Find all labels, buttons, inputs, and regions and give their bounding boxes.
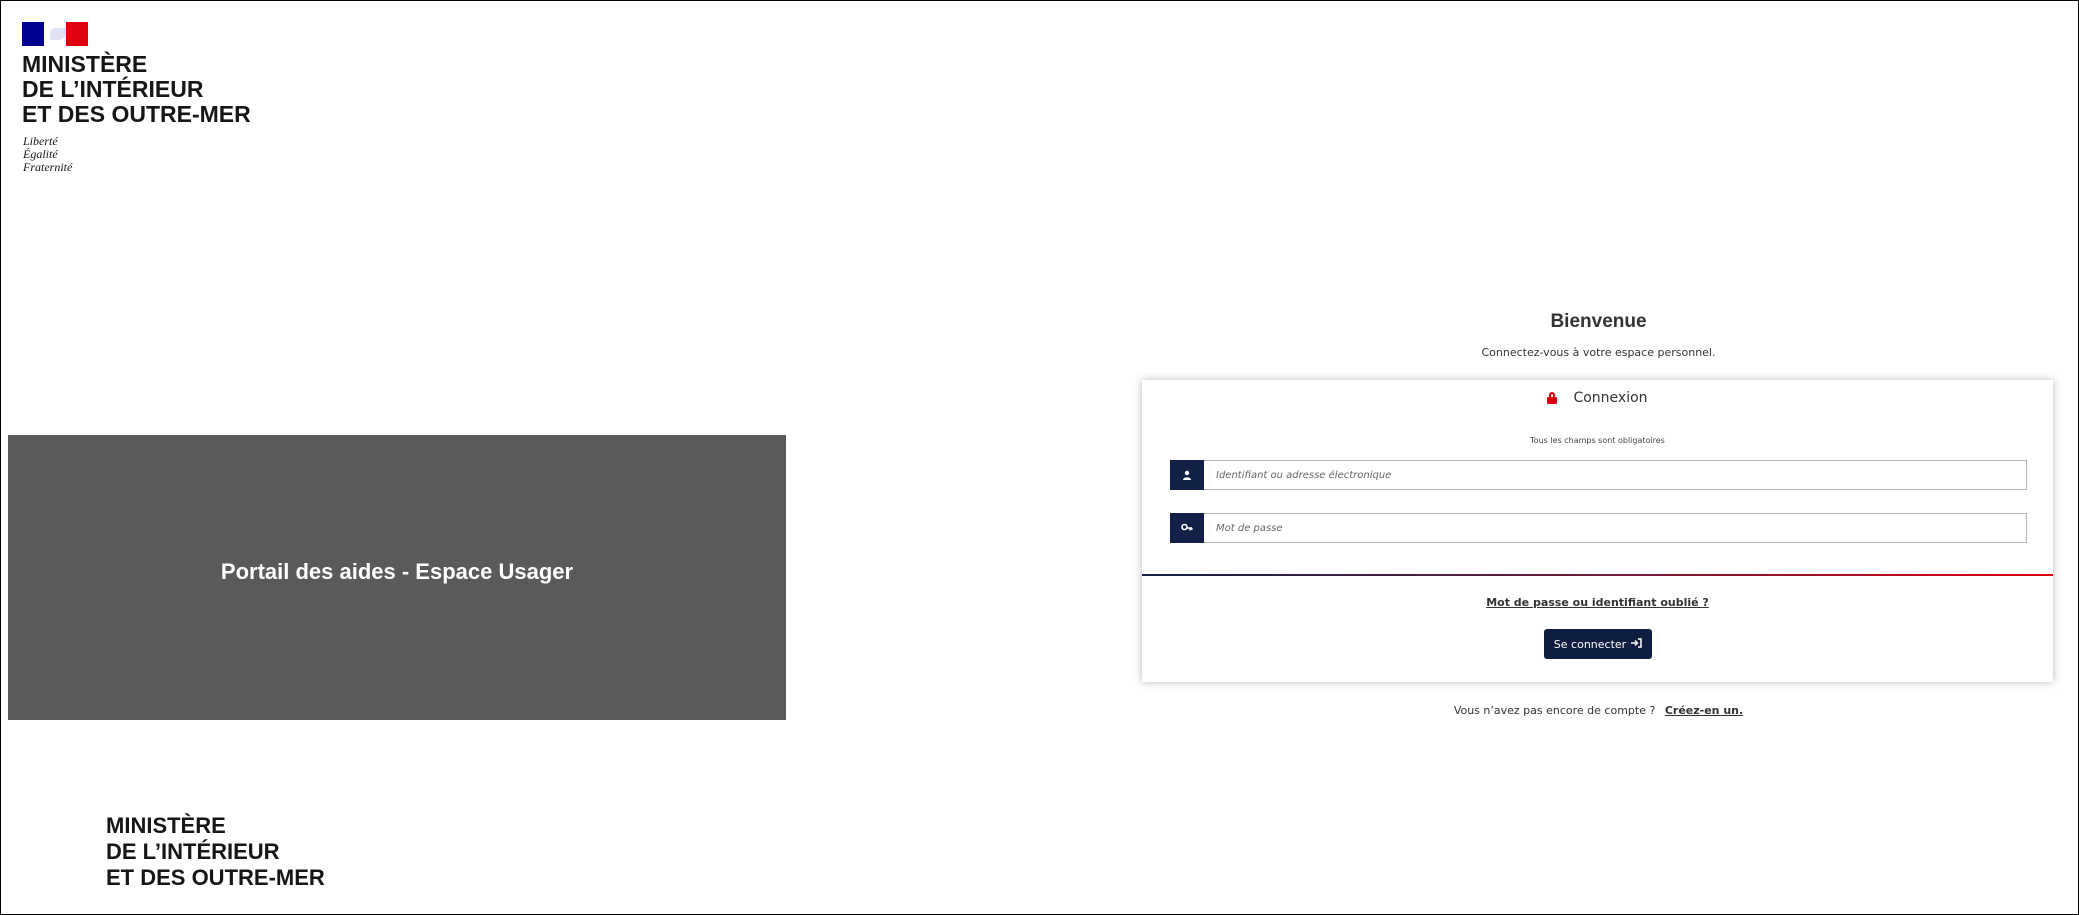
password-input[interactable] xyxy=(1214,514,2026,542)
republic-motto: Liberté Égalité Fraternité xyxy=(23,135,72,174)
forgot-credentials-link[interactable]: Mot de passe ou identifiant oublié ? xyxy=(1142,596,2053,609)
login-button[interactable]: Se connecter xyxy=(1544,629,1652,659)
ministry-logo-footer: MINISTÈRE DE L’INTÉRIEUR ET DES OUTRE-ME… xyxy=(106,813,325,891)
ministry-line: ET DES OUTRE-MER xyxy=(106,865,325,890)
login-heading-label: Connexion xyxy=(1573,390,1648,406)
key-icon xyxy=(1170,512,1204,543)
ministry-line: ET DES OUTRE-MER xyxy=(22,101,251,127)
login-button-label: Se connecter xyxy=(1553,637,1627,651)
username-input[interactable] xyxy=(1214,461,2026,489)
ministry-logo-header[interactable]: MINISTÈRE DE L’INTÉRIEUR ET DES OUTRE-ME… xyxy=(22,52,251,127)
ministry-line: DE L’INTÉRIEUR xyxy=(22,76,204,102)
login-card: Connexion Tous les champs sont obligatoi… xyxy=(1142,380,2053,682)
ministry-line: MINISTÈRE xyxy=(22,51,148,77)
ministry-line: MINISTÈRE xyxy=(106,813,226,838)
motto-line: Fraternité xyxy=(23,160,73,174)
required-note: Tous les champs sont obligatoires xyxy=(1530,436,1665,445)
lock-icon xyxy=(1547,392,1558,404)
hero-title: Portail des aides - Espace Usager xyxy=(220,559,574,584)
sign-in-icon xyxy=(1631,637,1642,651)
login-heading: Connexion xyxy=(1142,390,2053,406)
password-field[interactable] xyxy=(1170,512,2027,543)
hero-banner: Portail des aides - Espace Usager xyxy=(8,435,786,720)
welcome-title: Bienvenue xyxy=(1550,311,1647,332)
marianne-flag-icon xyxy=(22,22,88,46)
welcome-subtitle: Connectez-vous à votre espace personnel. xyxy=(1481,346,1716,359)
ministry-line: DE L’INTÉRIEUR xyxy=(106,839,280,864)
signup-prompt: Vous n’avez pas encore de compte ? Créez… xyxy=(1142,704,2055,717)
signup-prompt-text: Vous n’avez pas encore de compte ? xyxy=(1453,704,1656,717)
username-field[interactable] xyxy=(1170,459,2027,490)
user-icon xyxy=(1170,459,1204,490)
create-account-link[interactable]: Créez-en un. xyxy=(1665,704,1743,717)
tricolor-divider xyxy=(1142,574,2053,576)
